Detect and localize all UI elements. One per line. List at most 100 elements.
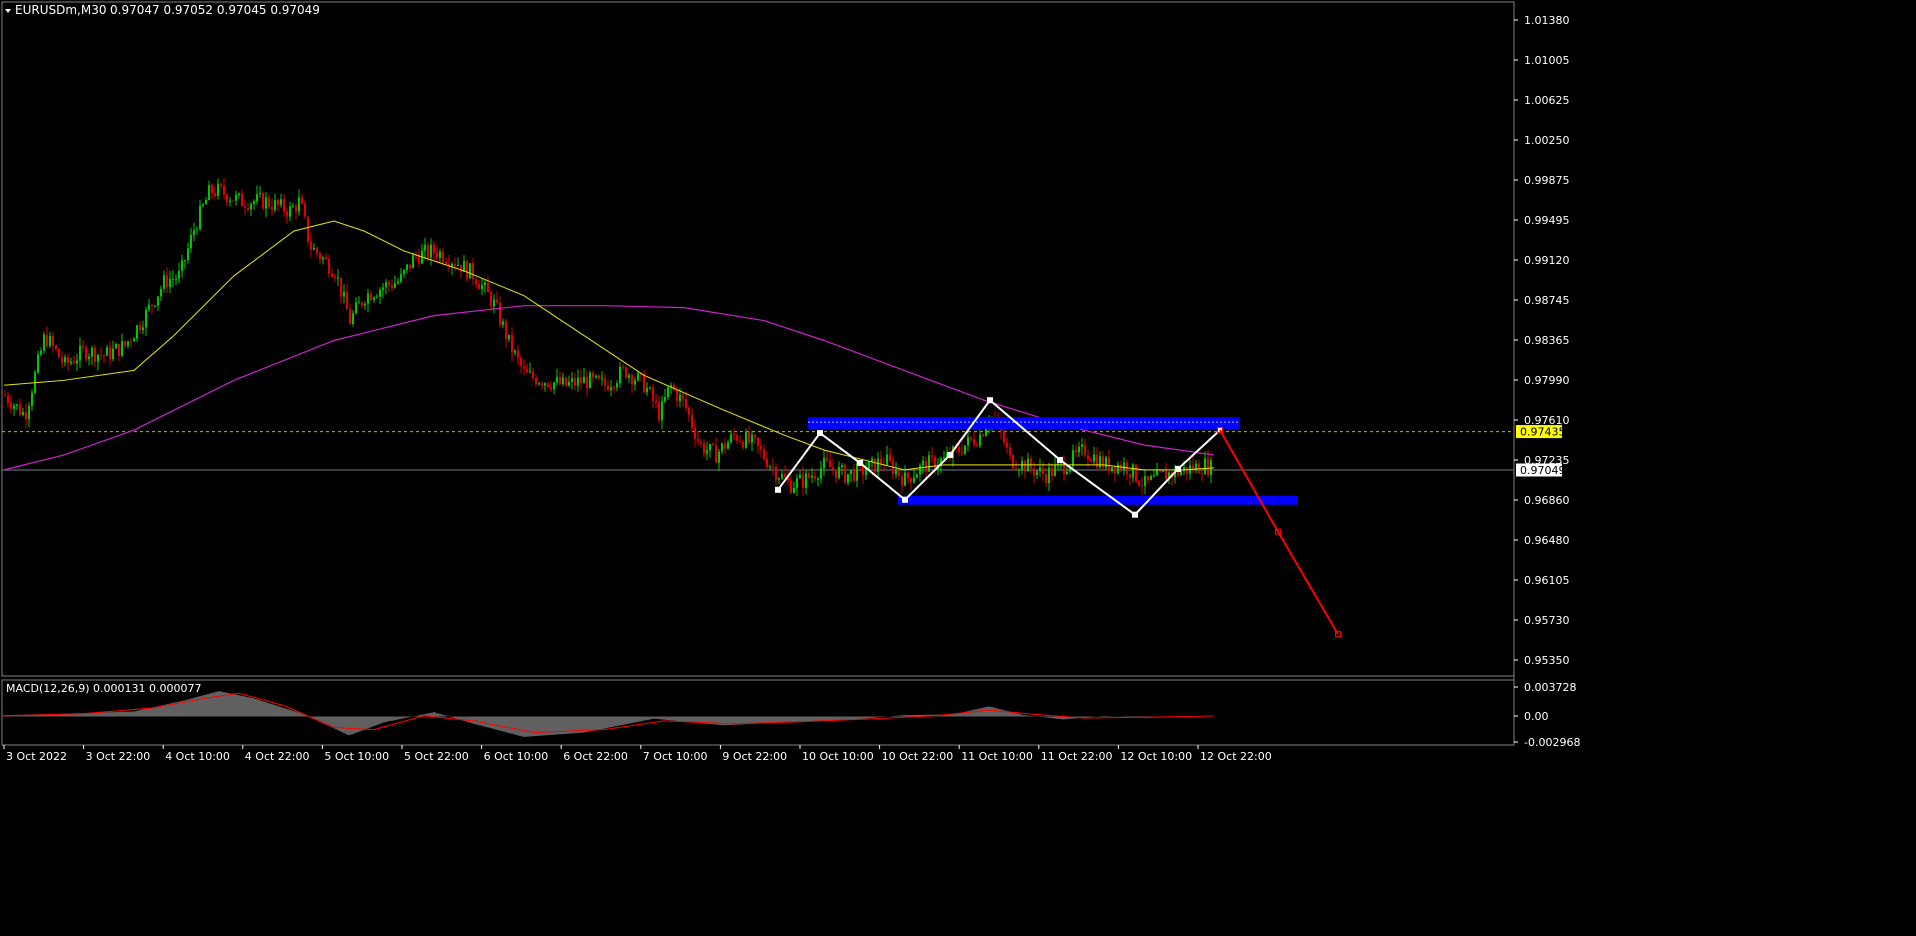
candle-body — [634, 380, 636, 385]
candle-body — [247, 207, 249, 210]
main-chart-frame[interactable] — [1, 1, 1515, 677]
price-tick-label: 0.95730 — [1524, 614, 1570, 627]
candle-body — [163, 275, 165, 289]
candle-body — [1183, 467, 1185, 472]
time-tick-label: 5 Oct 22:00 — [404, 750, 469, 763]
candle-body — [565, 377, 567, 386]
candle-body — [697, 438, 699, 442]
candle-body — [121, 341, 123, 356]
candle-body — [178, 270, 180, 279]
candle-body — [130, 341, 132, 343]
pattern-point — [857, 459, 863, 466]
candle-body — [1021, 460, 1023, 470]
symbol-label: EURUSDm,M30 — [15, 3, 106, 17]
candle-body — [730, 434, 732, 443]
indicator-frame[interactable] — [1, 679, 1515, 746]
candle-body — [79, 345, 81, 361]
candle-body — [388, 282, 390, 286]
candle-body — [424, 245, 426, 251]
price-tick-label: 1.01005 — [1524, 54, 1570, 67]
candle-body — [808, 473, 810, 478]
candle-body — [736, 435, 738, 441]
candle-body — [745, 432, 747, 448]
time-tick-label: 3 Oct 22:00 — [86, 750, 151, 763]
candle-body — [142, 327, 144, 331]
candle-body — [211, 185, 213, 194]
candle-body — [769, 466, 771, 468]
candle-body — [169, 279, 171, 287]
candle-body — [1105, 457, 1107, 468]
candle-body — [373, 297, 375, 301]
candle-body — [766, 458, 768, 468]
candle-body — [586, 376, 588, 389]
chart-window[interactable]: 1.01380 1.01005 1.00625 1.00250 0.99875 0.994… — [0, 0, 1916, 936]
candle-body — [46, 334, 48, 347]
candle-body — [112, 348, 114, 360]
candle-body — [1096, 454, 1098, 468]
zone-rect-1 — [808, 417, 1240, 430]
candle-body — [49, 336, 51, 347]
time-tick-label: 10 Oct 22:00 — [882, 750, 954, 763]
candle-body — [727, 442, 729, 449]
candle-body — [1138, 481, 1140, 486]
candle-body — [532, 371, 534, 378]
candle-body — [658, 402, 660, 421]
candle-body — [1207, 458, 1209, 476]
candle-body — [976, 444, 978, 446]
candle-body — [553, 382, 555, 390]
price-tick-label: 0.96480 — [1524, 534, 1570, 547]
candle-body — [502, 321, 504, 325]
candle-body — [928, 455, 930, 472]
candle-body — [691, 414, 693, 428]
candle-body — [370, 293, 372, 301]
candle-body — [145, 309, 147, 328]
candle-body — [517, 350, 519, 358]
candle-body — [1093, 454, 1095, 462]
candle-body — [277, 199, 279, 205]
candle-body — [184, 260, 186, 262]
candle-body — [487, 282, 489, 293]
candle-body — [721, 443, 723, 452]
candle-body — [898, 470, 900, 477]
candle-body — [43, 334, 45, 351]
candle-body — [208, 185, 210, 200]
candle-body — [613, 387, 615, 389]
candle-body — [925, 460, 927, 472]
price-axis[interactable]: 1.01380 1.01005 1.00625 1.00250 0.99875 0.994… — [1514, 14, 1580, 749]
candle-body — [703, 443, 705, 454]
time-axis[interactable]: 3 Oct 2022 3 Oct 22:00 4 Oct 10:00 4 Oct 22… — [3, 745, 1272, 763]
candle-body — [682, 394, 684, 400]
candle-body — [793, 487, 795, 493]
candle-body — [913, 477, 915, 483]
candle-body — [154, 305, 156, 307]
candle-body — [1144, 476, 1146, 486]
indicator-title: MACD(12,26,9) 0.000131 0.000077 — [6, 682, 202, 695]
candle-body — [805, 473, 807, 488]
candle-body — [175, 278, 177, 280]
candle-body — [679, 394, 681, 402]
candle-body — [199, 205, 201, 230]
pattern-point — [817, 430, 823, 437]
time-tick-label: 12 Oct 22:00 — [1200, 750, 1272, 763]
candle-body — [301, 197, 303, 204]
candle-body — [1102, 456, 1104, 468]
candle-body — [481, 285, 483, 290]
svg-text:0.97435: 0.97435 — [1520, 426, 1566, 439]
candle-body — [460, 264, 462, 272]
candle-body — [1186, 467, 1188, 474]
candle-body — [67, 357, 69, 364]
candle-body — [400, 274, 402, 282]
candle-body — [559, 377, 561, 385]
candle-body — [478, 284, 480, 290]
candle-body — [1108, 457, 1110, 472]
candle-body — [568, 381, 570, 386]
price-tick-label: 0.98745 — [1524, 294, 1570, 307]
candle-body — [349, 309, 351, 325]
candle-body — [712, 443, 714, 446]
candle-body — [541, 383, 543, 386]
candle-body — [235, 194, 237, 201]
candle-body — [916, 474, 918, 478]
candle-body — [19, 404, 21, 415]
candle-body — [58, 349, 60, 358]
candle-body — [31, 392, 33, 407]
